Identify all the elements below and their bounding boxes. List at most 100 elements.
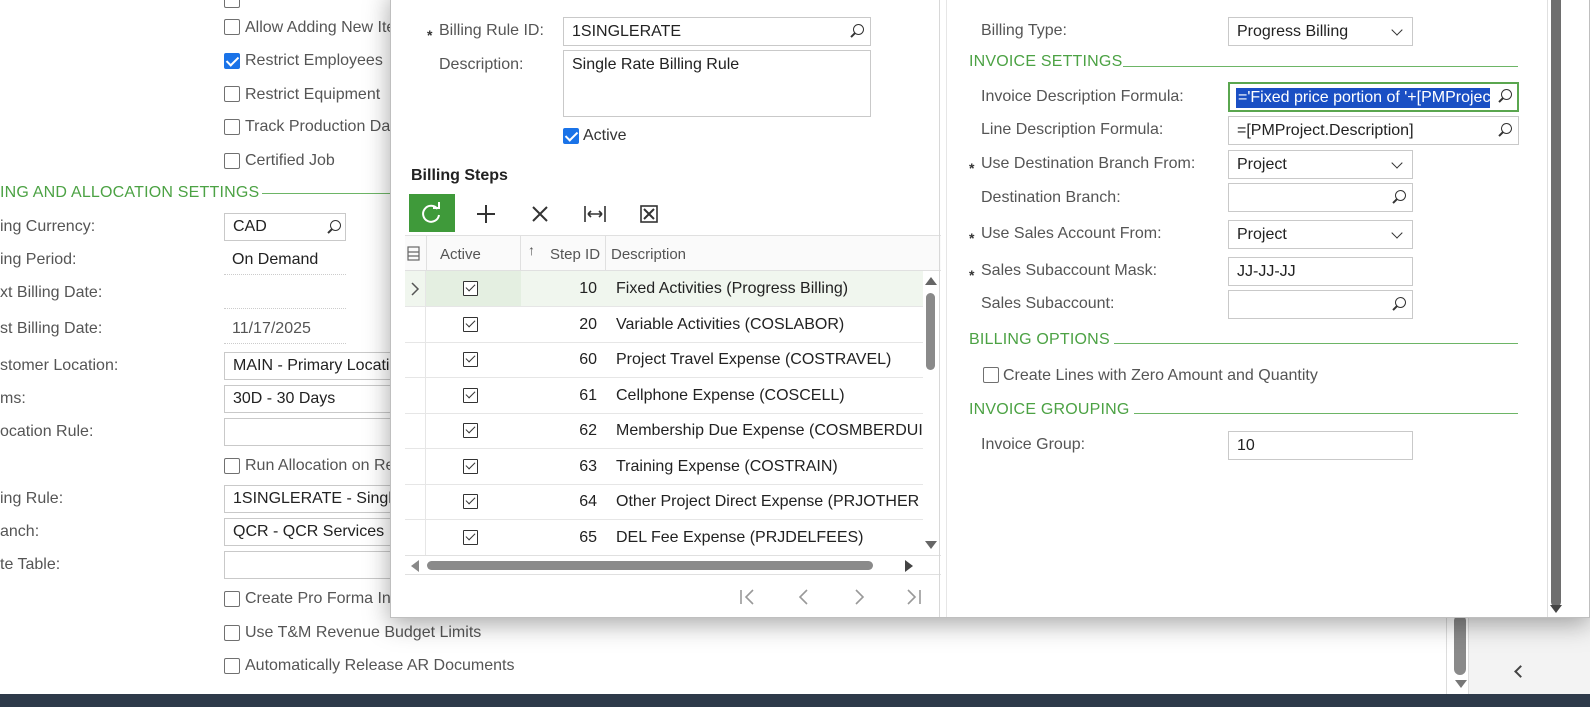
search-icon[interactable] [1391, 190, 1407, 206]
next-page-icon[interactable] [847, 585, 871, 609]
row-active-checkbox[interactable] [463, 281, 478, 296]
table-row[interactable]: 63 Training Expense (COSTRAIN) [405, 449, 923, 485]
last-page-icon[interactable] [901, 585, 925, 609]
refresh-button[interactable] [409, 194, 455, 232]
scroll-up-arrow-icon[interactable] [925, 277, 937, 285]
col-divider [605, 236, 606, 272]
branch-field[interactable]: QCR - QCR Services [224, 518, 404, 546]
track-production-checkbox[interactable] [224, 119, 240, 135]
sales-sub-field[interactable] [1228, 290, 1413, 319]
allocation-rule-field[interactable] [224, 418, 404, 446]
field-underline [224, 274, 346, 275]
refresh-icon [422, 202, 440, 223]
row-selector[interactable] [405, 413, 426, 448]
row-active-checkbox[interactable] [463, 530, 478, 545]
scroll-right-arrow-icon[interactable] [905, 560, 913, 572]
search-icon[interactable] [1497, 123, 1513, 139]
row-selector[interactable] [405, 271, 426, 306]
row-active-checkbox[interactable] [463, 459, 478, 474]
previous-page-icon[interactable] [792, 585, 816, 609]
billing-rule-id-value: 1SINGLERATE [572, 23, 682, 40]
page-scrollbar-thumb[interactable] [1454, 615, 1466, 675]
sales-account-from-select[interactable]: Project [1228, 220, 1413, 249]
row-selector[interactable] [405, 342, 426, 377]
row-active-checkbox[interactable] [463, 388, 478, 403]
billing-currency-field[interactable]: CAD [224, 213, 346, 241]
track-production-label: Track Production Da [245, 118, 391, 135]
active-checkbox[interactable] [563, 128, 579, 144]
zero-amount-checkbox[interactable] [983, 367, 999, 383]
customer-location-value: MAIN - Primary Locati [233, 357, 390, 374]
row-selector[interactable] [405, 378, 426, 413]
delete-row-button[interactable] [522, 196, 558, 232]
pane-divider [946, 0, 947, 617]
row-selector[interactable] [405, 307, 426, 342]
use-tm-budget-checkbox[interactable] [224, 625, 240, 641]
description-textarea[interactable]: Single Rate Billing Rule [563, 50, 871, 117]
auto-release-checkbox[interactable] [224, 658, 240, 674]
dest-branch-from-label: Use Destination Branch From: [981, 155, 1196, 172]
export-excel-button[interactable] [631, 196, 667, 232]
fit-columns-button[interactable] [577, 196, 613, 232]
row-active-checkbox[interactable] [463, 352, 478, 367]
grid-vertical-scroll-thumb[interactable] [926, 293, 935, 370]
dest-branch-from-select[interactable]: Project [1228, 150, 1413, 179]
first-page-icon[interactable] [736, 585, 760, 609]
row-active-checkbox[interactable] [463, 494, 478, 509]
invoice-desc-formula-label: Invoice Description Formula: [981, 88, 1184, 105]
step-id-cell: 20 [579, 316, 597, 333]
billing-type-select[interactable]: Progress Billing [1228, 17, 1413, 46]
search-icon[interactable] [1391, 297, 1407, 313]
certified-job-checkbox[interactable] [224, 153, 240, 169]
col-step-id-header[interactable]: Step ID [550, 246, 600, 263]
row-selector[interactable] [405, 484, 426, 519]
run-allocation-label: Run Allocation on Re [245, 457, 395, 474]
table-row[interactable]: 65 DEL Fee Expense (PRJDELFEES) [405, 520, 923, 556]
restrict-employees-checkbox[interactable] [224, 53, 240, 69]
row-selector[interactable] [405, 449, 426, 484]
allow-adding-checkbox[interactable] [224, 19, 240, 35]
hidden-checkbox[interactable] [224, 0, 240, 8]
rate-table-field[interactable] [224, 551, 404, 579]
active-label: Active [583, 127, 627, 144]
run-allocation-checkbox[interactable] [224, 458, 240, 474]
search-icon[interactable] [1497, 89, 1513, 105]
create-pro-forma-checkbox[interactable] [224, 591, 240, 607]
scroll-down-arrow-icon[interactable] [925, 541, 937, 549]
scroll-down-arrow-icon[interactable] [1550, 605, 1562, 613]
col-active-header[interactable]: Active [440, 246, 481, 263]
search-icon[interactable] [326, 220, 342, 236]
invoice-group-field[interactable]: 10 [1228, 431, 1413, 460]
table-row[interactable]: 10 Fixed Activities (Progress Billing) [405, 271, 923, 307]
search-icon[interactable] [849, 24, 865, 40]
table-row[interactable]: 62 Membership Due Expense (COSMBERDUI [405, 413, 923, 449]
scroll-left-arrow-icon[interactable] [411, 560, 419, 572]
sales-sub-mask-field[interactable]: JJ-JJ-JJ [1228, 257, 1413, 286]
billing-type-label: Billing Type: [981, 22, 1067, 39]
table-row[interactable]: 20 Variable Activities (COSLABOR) [405, 307, 923, 343]
restrict-equipment-checkbox[interactable] [224, 86, 240, 102]
row-active-checkbox[interactable] [463, 317, 478, 332]
billing-steps-title: Billing Steps [411, 167, 508, 184]
sales-account-from-label: Use Sales Account From: [981, 225, 1162, 242]
invoice-desc-formula-field[interactable]: ='Fixed price portion of '+[PMProjec [1228, 82, 1519, 112]
sales-sub-mask-label: Sales Subaccount Mask: [981, 262, 1158, 279]
dialog-scrollbar-thumb[interactable] [1551, 0, 1561, 607]
customer-location-field[interactable]: MAIN - Primary Locati [224, 352, 404, 380]
row-selector-icon[interactable] [407, 246, 421, 262]
terms-field[interactable]: 30D - 30 Days [224, 385, 404, 413]
table-row[interactable]: 61 Cellphone Expense (COSCELL) [405, 378, 923, 414]
scroll-down-arrow-icon[interactable] [1455, 680, 1467, 688]
col-description-header[interactable]: Description [611, 246, 686, 263]
description-cell: Other Project Direct Expense (PRJOTHER [616, 493, 920, 510]
table-row[interactable]: 64 Other Project Direct Expense (PRJOTHE… [405, 484, 923, 520]
table-row[interactable]: 60 Project Travel Expense (COSTRAVEL) [405, 342, 923, 378]
row-active-checkbox[interactable] [463, 423, 478, 438]
grid-horizontal-scroll-thumb[interactable] [427, 561, 873, 570]
line-desc-formula-field[interactable]: =[PMProject.Description] [1228, 116, 1519, 145]
billing-rule-id-field[interactable]: 1SINGLERATE [563, 17, 871, 46]
billing-rule-field[interactable]: 1SINGLERATE - Singl [224, 485, 404, 513]
dest-branch-field[interactable] [1228, 183, 1413, 212]
add-row-button[interactable] [468, 196, 504, 232]
row-selector[interactable] [405, 520, 426, 555]
